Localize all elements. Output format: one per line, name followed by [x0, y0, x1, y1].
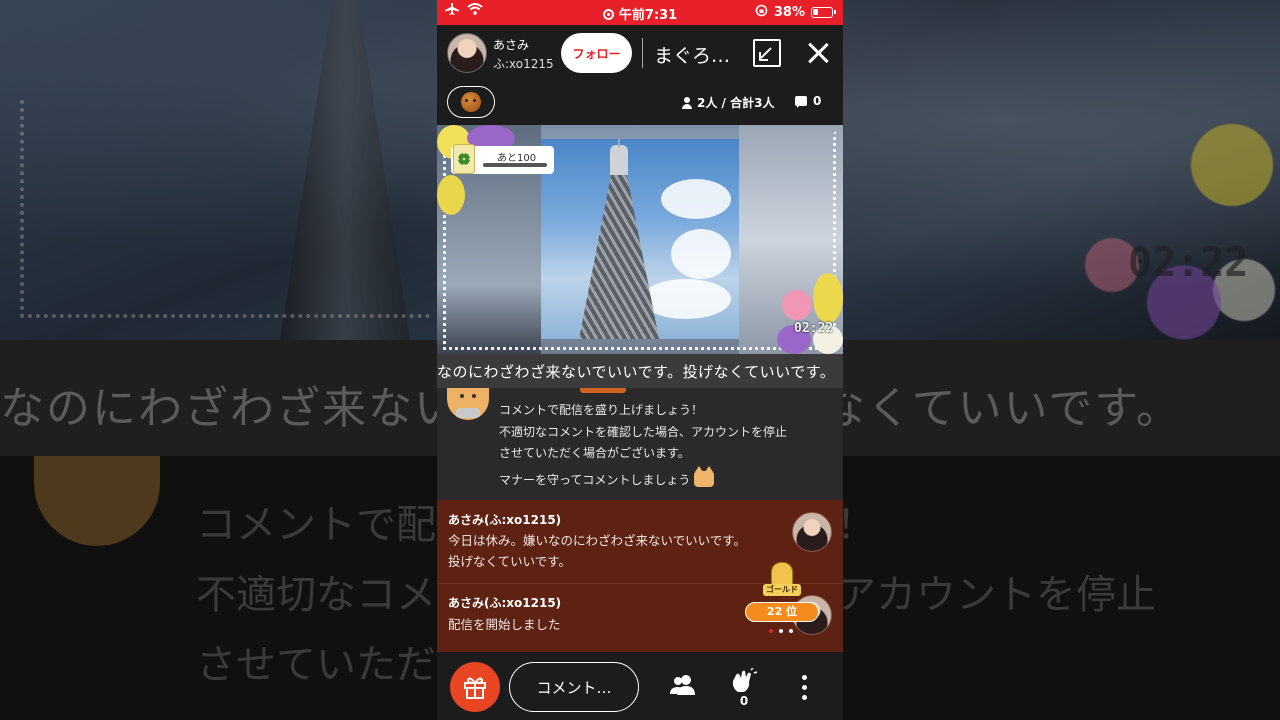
flower-yellow	[813, 273, 843, 323]
live-header: あさみ ふ:xo1215 フォロー まぐろ…	[437, 25, 843, 81]
room-badge-button[interactable]	[447, 86, 495, 118]
goal-progress-bar	[483, 163, 547, 167]
system-notice: コメントで配信を盛り上げましょう！ 不適切なコメントを確認した場合、アカウントを…	[437, 388, 843, 500]
follow-button[interactable]: フォロー	[561, 33, 632, 73]
viewer-count-text: 2人 / 合計3人	[697, 96, 775, 110]
close-icon[interactable]	[805, 40, 831, 66]
rank-pill[interactable]: 22 位	[745, 602, 819, 622]
flower-pink	[782, 290, 812, 320]
clover-icon	[453, 144, 475, 174]
more-dot	[802, 675, 807, 680]
comment-ticker: なのにわざわざ来ないでいいです。投げなくていいです。	[437, 354, 843, 388]
mascot-icon	[461, 92, 481, 112]
flower-yellow	[437, 175, 465, 215]
recording-icon	[602, 9, 614, 20]
battery-percent: 38%	[773, 5, 805, 20]
chat-icon	[795, 96, 807, 108]
more-dot	[802, 685, 807, 690]
bottom-toolbar: コメント… 0	[437, 652, 843, 720]
gold-rank-badge[interactable]: ゴールド	[763, 562, 801, 598]
more-dot	[802, 695, 807, 700]
notice-tab	[580, 388, 626, 393]
cat-icon	[694, 466, 715, 487]
comment-count: 0	[795, 94, 821, 108]
header-divider	[642, 38, 643, 68]
members-button[interactable]	[669, 674, 697, 696]
person-icon	[681, 96, 693, 109]
commenter-avatar[interactable]	[792, 512, 832, 552]
notice-line-3: させていただく場合がございます。	[499, 446, 690, 460]
clap-button[interactable]	[729, 667, 759, 694]
host-name[interactable]: あさみ	[493, 36, 529, 53]
minimize-icon[interactable]	[753, 39, 781, 67]
stage: 02:22 なのにわざわざ来ないでいいです。投げなくていいです。 コメントで配信…	[0, 0, 1280, 720]
notice-line-2: 不適切なコメントを確認した場合、アカウントを停止	[499, 425, 788, 439]
gold-badge-label: ゴールド	[763, 584, 801, 596]
comment-count-text: 0	[813, 94, 822, 108]
comment-input-button[interactable]: コメント…	[509, 662, 639, 712]
goal-label: あと100	[497, 153, 537, 164]
members-icon	[670, 675, 695, 695]
gift-icon	[464, 677, 486, 699]
goal-widget: あと100	[451, 144, 554, 174]
more-options-icon[interactable]	[799, 674, 809, 702]
gift-button[interactable]	[450, 662, 500, 712]
pager-dot	[789, 629, 793, 633]
comment-user[interactable]: あさみ(ふ:xo1215)	[448, 511, 561, 528]
comment-text-line: 今日は休み。嫌いなのにわざわざ来ないでいいです。	[448, 533, 747, 548]
rotation-lock-icon	[755, 4, 768, 21]
room-title[interactable]: まぐろ…	[654, 41, 730, 68]
notice-line-4: マナーを守ってコメントしましょう	[499, 466, 715, 488]
viewer-count[interactable]: 2人 / 合計3人	[681, 94, 774, 111]
status-bar: 午前7:31 38%	[437, 0, 843, 25]
battery-icon	[811, 7, 836, 18]
notice-line-1: コメントで配信を盛り上げましょう！	[499, 403, 704, 417]
host-id: ふ:xo1215	[493, 57, 554, 71]
phone-screen: 午前7:31 38% あさみ ふ:xo1215 フォロー まぐろ… 2人 / 合…	[437, 0, 843, 720]
comment-text-line: 投げなくていいです。	[448, 554, 572, 569]
pager-dot	[769, 629, 773, 633]
system-avatar	[447, 388, 489, 420]
comment-text-line: 配信を開始しました	[448, 617, 561, 632]
status-time: 午前7:31	[618, 8, 678, 23]
clap-icon	[732, 667, 758, 692]
ticker-text: なのにわざわざ来ないでいいです。投げなくていいです。	[437, 363, 836, 381]
stream-timer: 02:22	[794, 321, 834, 336]
rank-pager-dots	[769, 629, 793, 633]
clap-count: 0	[739, 694, 749, 708]
info-bar: 2人 / 合計3人 0	[437, 81, 843, 125]
live-video[interactable]: あと100 02:22	[437, 125, 843, 354]
comment-user[interactable]: あさみ(ふ:xo1215)	[448, 594, 561, 611]
pager-dot	[779, 629, 783, 633]
status-right: 38%	[755, 4, 836, 21]
notice-line-4-text: マナーを守ってコメントしましょう	[499, 473, 691, 487]
host-avatar[interactable]	[447, 33, 487, 73]
